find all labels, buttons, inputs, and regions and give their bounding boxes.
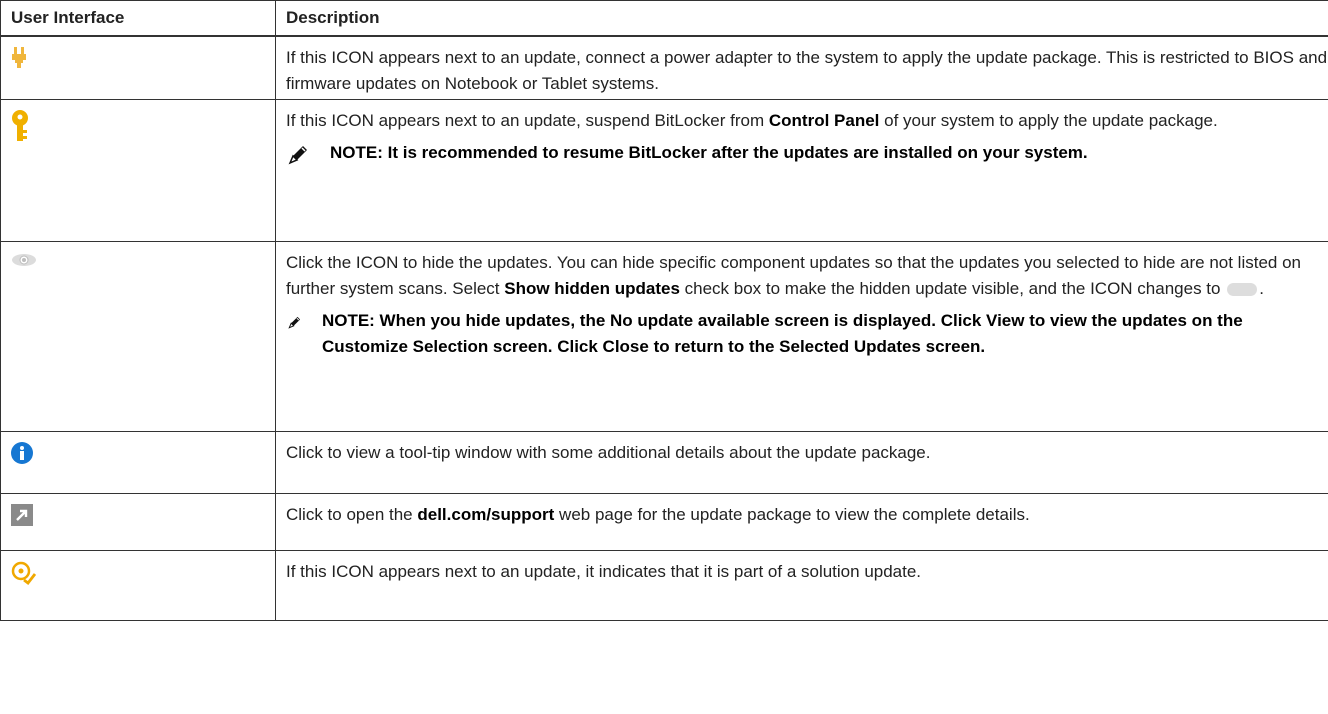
table-row: Click to open the dell.com/support web p…	[0, 492, 1328, 551]
ui-description-table: User Interface Description If this ICON …	[0, 0, 1328, 621]
header-user-interface: User Interface	[0, 0, 276, 37]
table-row: Click to view a tool-tip window with som…	[0, 430, 1328, 494]
note-text: NOTE: When you hide updates, the No upda…	[321, 310, 1243, 356]
description-text: If this ICON appears next to an update, …	[286, 110, 769, 130]
icon-cell	[0, 549, 276, 621]
pencil-note-icon	[288, 316, 301, 329]
eye-hide-icon	[12, 253, 36, 266]
icon-cell	[0, 430, 276, 494]
table-header-row: User Interface Description	[0, 0, 1328, 37]
dell-support-link-bold: dell.com/support	[417, 504, 555, 524]
eye-visible-icon	[1227, 282, 1258, 296]
description-text-cont: web page for the update package to view …	[554, 504, 1030, 524]
external-link-icon	[11, 503, 33, 526]
icon-cell	[0, 98, 276, 242]
description-text-end: .	[1259, 278, 1264, 298]
key-icon	[12, 109, 28, 141]
icon-cell	[0, 492, 276, 551]
note-block: NOTE: It is recommended to resume BitLoc…	[286, 140, 1328, 166]
description-cell: If this ICON appears next to an update, …	[275, 98, 1328, 242]
description-cell: Click to view a tool-tip window with som…	[275, 430, 1328, 494]
table-row: If this ICON appears next to an update, …	[0, 549, 1328, 621]
power-plug-icon	[12, 47, 26, 68]
table-row: If this ICON appears next to an update, …	[0, 98, 1328, 242]
solution-update-icon	[11, 561, 37, 585]
show-hidden-updates-bold: Show hidden updates	[504, 278, 680, 298]
note-text: NOTE: It is recommended to resume BitLoc…	[330, 142, 1088, 162]
pencil-note-icon	[288, 145, 307, 164]
icon-cell	[0, 240, 276, 432]
description-text-cont: check box to make the hidden update visi…	[679, 278, 1226, 298]
note-block: NOTE: When you hide updates, the No upda…	[286, 308, 1328, 360]
description-text: Click to open the	[286, 504, 418, 524]
description-text-cont: of your system to apply the update packa…	[879, 110, 1218, 130]
description-text: Click to view a tool-tip window with som…	[286, 442, 931, 462]
description-cell: Click to open the dell.com/support web p…	[275, 492, 1328, 551]
description-text: If this ICON appears next to an update, …	[286, 48, 1328, 93]
description-cell: If this ICON appears next to an update, …	[275, 549, 1328, 621]
description-cell: If this ICON appears next to an update, …	[275, 35, 1328, 100]
control-panel-bold: Control Panel	[768, 110, 880, 130]
info-icon	[11, 441, 33, 464]
description-text: If this ICON appears next to an update, …	[286, 561, 922, 581]
icon-cell	[0, 35, 276, 100]
header-description: Description	[275, 0, 1328, 37]
table-row: If this ICON appears next to an update, …	[0, 35, 1328, 100]
table-row: Click the ICON to hide the updates. You …	[0, 240, 1328, 432]
description-cell: Click the ICON to hide the updates. You …	[275, 240, 1328, 432]
